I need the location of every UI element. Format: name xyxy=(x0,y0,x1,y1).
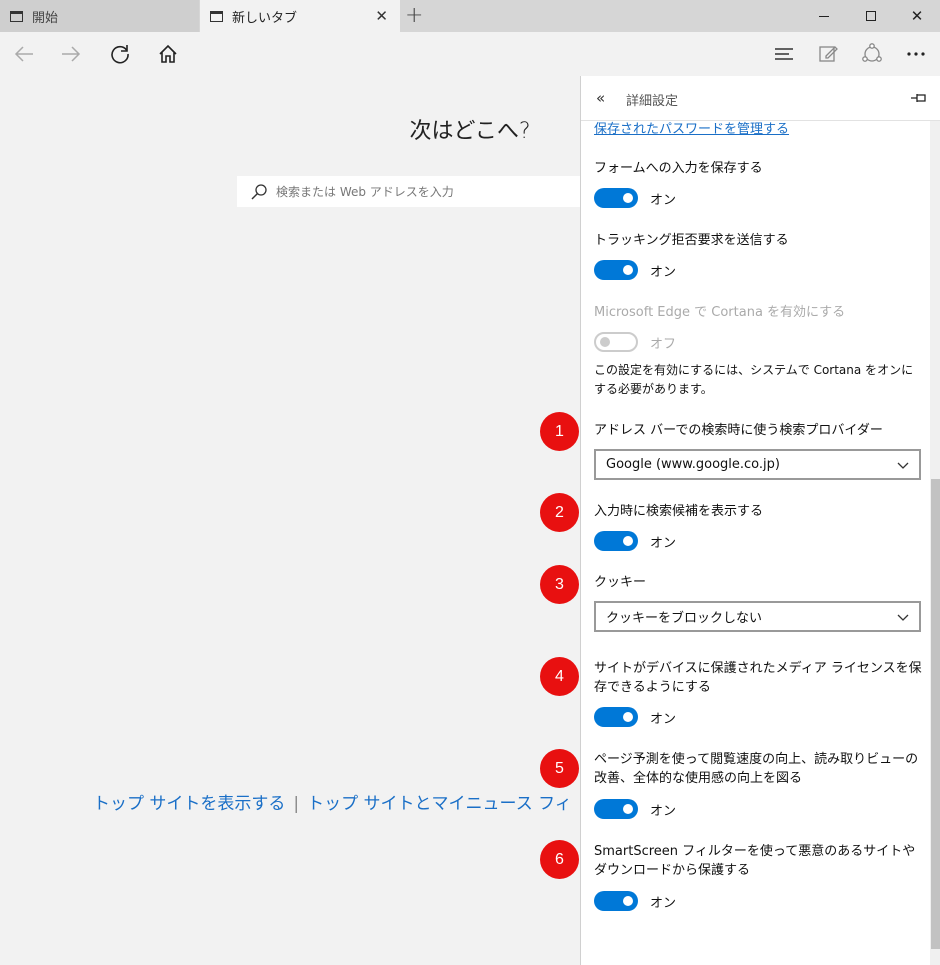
dnt-setting: トラッキング拒否要求を送信する xyxy=(594,231,924,250)
page-title-text: 次はどこへ? xyxy=(409,119,531,144)
annotation-marker: 5 xyxy=(540,749,579,788)
new-tab-plus-icon[interactable]: + xyxy=(405,3,423,28)
chevron-down-icon xyxy=(896,610,910,628)
tab-page-icon xyxy=(10,10,23,22)
suggestions-toggle[interactable] xyxy=(594,531,638,551)
annotation-marker: 3 xyxy=(540,565,579,604)
cortana-note: この設定を有効にするには、システムで Cortana をオンにする必要があります… xyxy=(594,363,914,396)
top-sites-news-link[interactable]: トップ サイトとマイニュース フィ xyxy=(307,794,572,814)
navigation-bar xyxy=(0,32,940,76)
manage-passwords-link[interactable]: 保存されたパスワードを管理する xyxy=(594,118,789,137)
tab-close-icon[interactable]: ✕ xyxy=(375,7,388,25)
setting-label: Microsoft Edge で Cortana を有効にする xyxy=(594,305,846,320)
toggle-knob xyxy=(623,536,633,546)
panel-title: 詳細設定 xyxy=(626,94,679,109)
dnt-toggle[interactable] xyxy=(594,260,638,280)
page-prediction-toggle-row: オン xyxy=(594,799,676,819)
media-license-toggle-row: オン xyxy=(594,707,676,727)
form-save-setting: フォームへの入力を保存する xyxy=(594,159,924,178)
smartscreen-toggle[interactable] xyxy=(594,891,638,911)
smartscreen-setting: SmartScreen フィルターを使って悪意のあるサイトやダウンロードから保護… xyxy=(594,842,924,880)
page-prediction-setting: ページ予測を使って閲覧速度の向上、読み取りビューの改善、全体的な使用感の向上を図… xyxy=(594,750,924,788)
search-provider-dropdown[interactable]: Google (www.google.co.jp) xyxy=(594,449,921,480)
panel-scrollbar[interactable] xyxy=(930,121,940,965)
setting-label: クッキー xyxy=(594,575,647,590)
search-box[interactable] xyxy=(237,176,582,207)
dropdown-value: Google (www.google.co.jp) xyxy=(606,457,780,472)
annotation-marker: 6 xyxy=(540,840,579,879)
toggle-knob xyxy=(623,896,633,906)
toggle-knob xyxy=(623,193,633,203)
tab-bar: 開始 新しいタブ ✕ + ✕ xyxy=(0,0,940,32)
form-save-toggle-row: オン xyxy=(594,188,676,208)
dropdown-value: クッキーをブロックしない xyxy=(606,611,763,626)
close-icon: ✕ xyxy=(910,7,924,25)
media-license-toggle[interactable] xyxy=(594,707,638,727)
search-input[interactable] xyxy=(276,184,566,199)
toggle-state: オン xyxy=(650,264,677,280)
maximize-icon xyxy=(866,11,876,21)
setting-label: サイトがデバイスに保護されたメディア ライセンスを保存できるようにする xyxy=(594,661,922,695)
smartscreen-toggle-row: オン xyxy=(594,891,676,911)
toggle-state: オン xyxy=(650,803,677,819)
cookies-dropdown[interactable]: クッキーをブロックしない xyxy=(594,601,921,632)
cortana-toggle xyxy=(594,332,638,352)
back-arrow-icon[interactable] xyxy=(11,41,37,67)
toggle-knob xyxy=(600,337,610,347)
toggle-state: オフ xyxy=(650,336,677,352)
annotation-marker: 2 xyxy=(540,493,579,532)
toggle-knob xyxy=(623,712,633,722)
tab-new-tab[interactable]: 新しいタブ ✕ xyxy=(200,0,400,32)
setting-label: アドレス バーでの検索時に使う検索プロバイダー xyxy=(594,423,883,438)
annotation-marker: 4 xyxy=(540,657,579,696)
tab-label: 開始 xyxy=(32,10,59,26)
tab-label: 新しいタブ xyxy=(232,10,298,26)
advanced-settings-panel: « 詳細設定 保存されたパスワードを管理する フォームへの入力を保存する オン … xyxy=(580,76,940,965)
maximize-button[interactable] xyxy=(848,0,894,32)
minimize-button[interactable] xyxy=(801,0,847,32)
hub-icon[interactable] xyxy=(771,41,797,67)
media-license-setting: サイトがデバイスに保護されたメディア ライセンスを保存できるようにする xyxy=(594,659,924,697)
panel-header: « 詳細設定 xyxy=(581,76,940,121)
toggle-state: オン xyxy=(650,711,677,727)
more-options-icon[interactable] xyxy=(903,41,929,67)
close-window-button[interactable]: ✕ xyxy=(894,0,940,32)
suggestions-toggle-row: オン xyxy=(594,531,676,551)
setting-label: トラッキング拒否要求を送信する xyxy=(594,233,789,248)
toggle-state: オン xyxy=(650,192,677,208)
home-icon[interactable] xyxy=(155,41,181,67)
suggestions-setting: 入力時に検索候補を表示する xyxy=(594,502,924,521)
cookies-setting: クッキー xyxy=(594,573,924,592)
search-icon xyxy=(250,183,268,201)
page-prediction-toggle[interactable] xyxy=(594,799,638,819)
setting-label: ページ予測を使って閲覧速度の向上、読み取りビューの改善、全体的な使用感の向上を図… xyxy=(594,752,919,786)
top-sites-links: トップ サイトを表示する | トップ サイトとマイニュース フィ xyxy=(93,789,572,814)
web-note-icon[interactable] xyxy=(815,41,841,67)
pin-icon[interactable] xyxy=(909,90,929,109)
setting-label: SmartScreen フィルターを使って悪意のあるサイトやダウンロードから保護… xyxy=(594,844,916,878)
minimize-icon xyxy=(819,15,829,17)
forward-arrow-icon[interactable] xyxy=(58,41,84,67)
form-save-toggle[interactable] xyxy=(594,188,638,208)
share-icon[interactable] xyxy=(859,41,885,67)
panel-back-chevron-icon[interactable]: « xyxy=(596,89,605,107)
toggle-knob xyxy=(623,265,633,275)
scrollbar-thumb[interactable] xyxy=(931,479,940,949)
toggle-knob xyxy=(623,804,633,814)
toggle-state: オン xyxy=(650,895,677,911)
tab-start[interactable]: 開始 xyxy=(0,0,199,32)
setting-label: 入力時に検索候補を表示する xyxy=(594,504,764,519)
cortana-setting: Microsoft Edge で Cortana を有効にする xyxy=(594,303,924,322)
cortana-toggle-row: オフ xyxy=(594,332,676,352)
dnt-toggle-row: オン xyxy=(594,260,676,280)
chevron-down-icon xyxy=(896,458,910,476)
setting-label: フォームへの入力を保存する xyxy=(594,161,763,176)
link-separator: | xyxy=(293,794,300,814)
refresh-icon[interactable] xyxy=(107,41,133,67)
tab-page-icon xyxy=(210,10,223,22)
annotation-marker: 1 xyxy=(540,412,579,451)
search-provider-setting: アドレス バーでの検索時に使う検索プロバイダー xyxy=(594,421,924,440)
toggle-state: オン xyxy=(650,535,677,551)
show-top-sites-link[interactable]: トップ サイトを表示する xyxy=(93,794,285,814)
